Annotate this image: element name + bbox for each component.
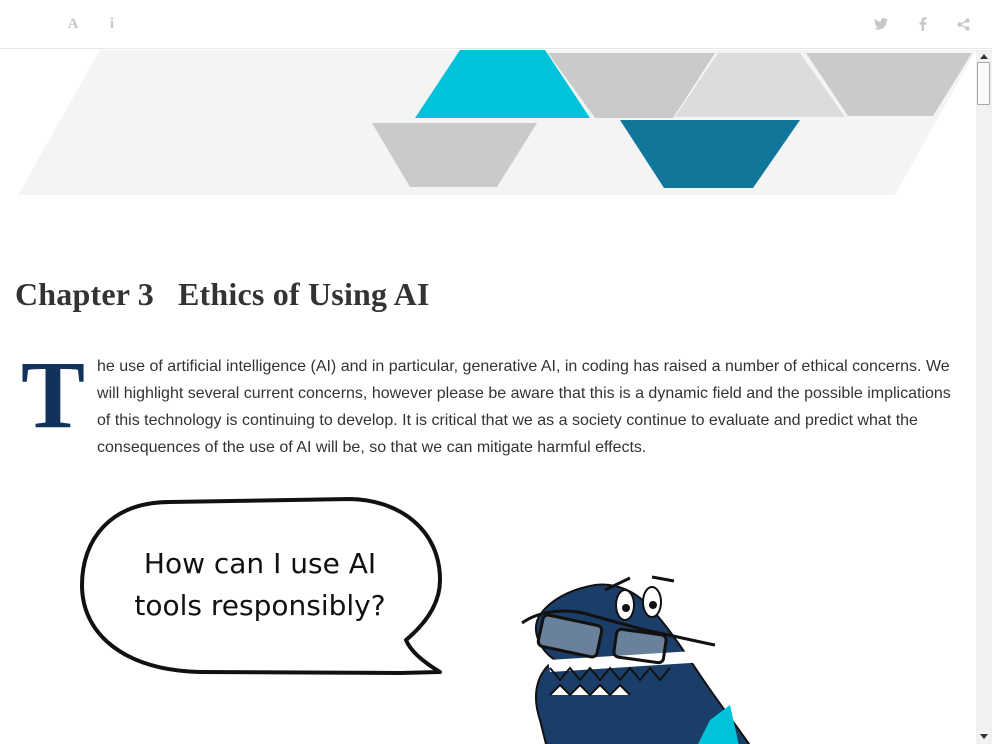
drop-cap: T xyxy=(21,341,86,448)
scrollbar-thumb[interactable] xyxy=(977,62,990,105)
vertical-scrollbar[interactable] xyxy=(976,50,992,744)
twitter-icon[interactable] xyxy=(869,12,893,36)
share-icon[interactable] xyxy=(951,12,975,36)
top-toolbar: A i xyxy=(0,0,992,49)
font-icon-glyph: A xyxy=(67,15,79,32)
scroll-up-arrow[interactable] xyxy=(977,50,991,62)
facebook-icon[interactable] xyxy=(911,12,935,36)
info-icon[interactable]: i xyxy=(100,12,124,36)
dinosaur-character xyxy=(521,575,751,744)
info-icon-glyph: i xyxy=(109,15,115,32)
speech-bubble: How can I use AI tools responsibly? xyxy=(80,497,442,675)
chapter-title: Ethics of Using AI xyxy=(178,276,430,312)
speech-line-2: tools responsibly? xyxy=(134,589,385,622)
page-content: Chapter 3 Ethics of Using AI The use of a… xyxy=(0,50,976,744)
speech-line-1: How can I use AI xyxy=(144,547,376,580)
chapter-number: Chapter 3 xyxy=(15,276,154,312)
scroll-down-arrow[interactable] xyxy=(977,730,991,742)
comic-illustration: How can I use AI tools responsibly? xyxy=(80,497,751,744)
intro-text: he use of artificial intelligence (AI) a… xyxy=(97,358,951,456)
intro-paragraph: The use of artificial intelligence (AI) … xyxy=(15,341,960,461)
chapter-heading: Chapter 3 Ethics of Using AI xyxy=(15,276,430,313)
font-icon[interactable]: A xyxy=(61,12,85,36)
chapter-banner-image xyxy=(18,50,976,195)
